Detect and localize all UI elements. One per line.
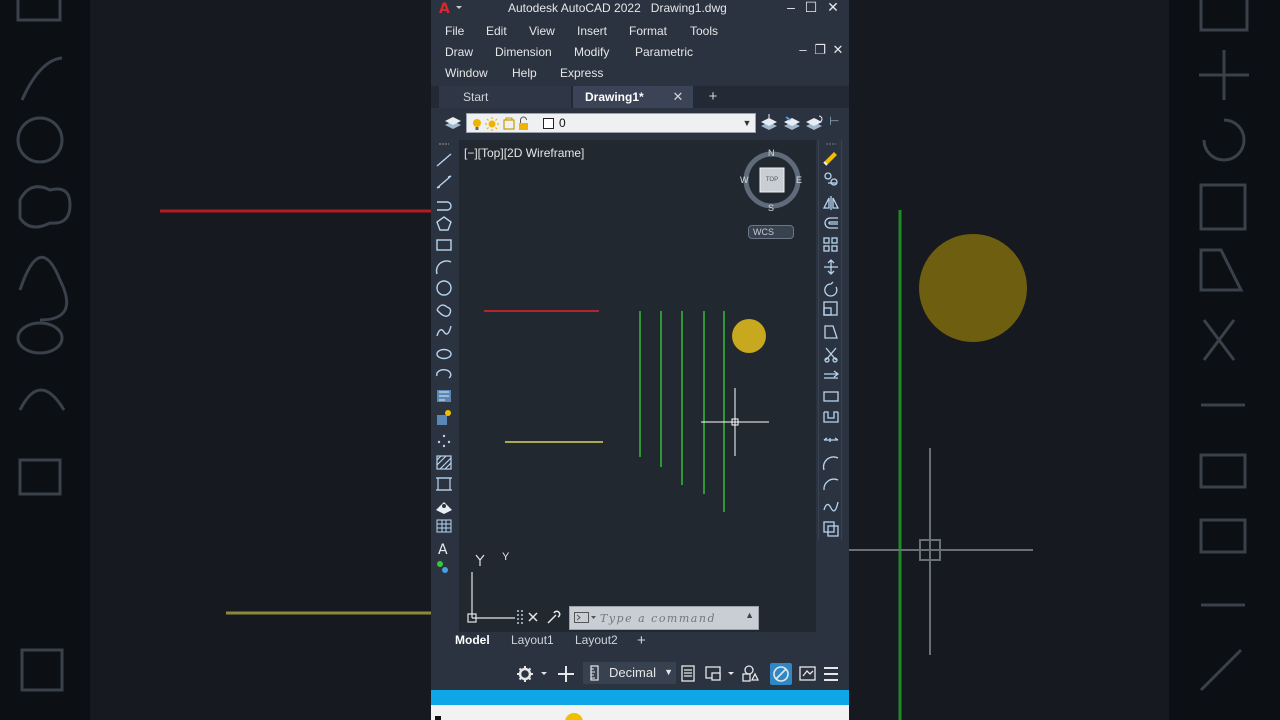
command-prompt-icon[interactable] xyxy=(574,612,596,624)
ucs-icon xyxy=(467,554,515,623)
units-dropdown[interactable]: Decimal ▼ xyxy=(583,662,676,684)
layer-state-icons xyxy=(473,116,528,131)
taskbar-app-icon[interactable] xyxy=(565,713,583,720)
gear-icon xyxy=(517,666,533,682)
doc-minimize-button[interactable]: – xyxy=(795,42,811,58)
status-right-controls xyxy=(681,663,838,685)
match-layer-icon[interactable] xyxy=(782,113,802,133)
chevron-down-icon: ▼ xyxy=(664,667,673,677)
menu-tools[interactable]: Tools xyxy=(690,23,718,39)
viewcube-west[interactable]: W xyxy=(740,175,749,185)
wcs-menu[interactable]: WCS xyxy=(748,225,794,239)
file-name: Drawing1.dwg xyxy=(650,1,727,15)
customization-menu-icon xyxy=(824,667,838,681)
menu-view[interactable]: View xyxy=(529,23,555,39)
minimize-button[interactable]: – xyxy=(782,0,800,16)
os-taskbar xyxy=(431,705,849,720)
model-space[interactable] xyxy=(459,140,816,632)
layer-dropdown[interactable]: 0 ▼ xyxy=(466,113,756,133)
status-left-controls xyxy=(517,666,574,682)
layer-name: 0 xyxy=(559,116,566,130)
filled-circle[interactable] xyxy=(732,319,766,353)
draw-toolbar-icons: A xyxy=(435,143,452,573)
menu-help[interactable]: Help xyxy=(512,65,537,81)
menu-insert[interactable]: Insert xyxy=(577,23,607,39)
title-bar: A Autodesk AutoCAD 2022 Drawing1.dwg – ☐… xyxy=(431,0,849,20)
status-bar: Decimal ▼ xyxy=(431,658,849,688)
svg-text:A: A xyxy=(439,1,450,16)
background-right-zoom xyxy=(849,0,1280,720)
new-tab-button[interactable]: + xyxy=(705,86,721,108)
doc-close-button[interactable]: ✕ xyxy=(830,42,846,58)
command-line-handles xyxy=(517,610,561,624)
layer-color-swatch xyxy=(543,118,554,129)
svg-text:A: A xyxy=(438,542,448,558)
doc-restore-button[interactable]: ❐ xyxy=(812,42,828,58)
background-left-zoom xyxy=(0,0,431,720)
tab-model[interactable]: Model xyxy=(455,632,490,650)
menu-parametric[interactable]: Parametric xyxy=(635,44,693,60)
tab-start[interactable]: Start xyxy=(439,86,571,108)
line-icon xyxy=(436,153,452,167)
drawing-canvas[interactable]: [−][Top][2D Wireframe] N S E W TOP WCS Y xyxy=(459,140,816,632)
layer-properties-icon[interactable] xyxy=(443,113,463,133)
menu-express[interactable]: Express xyxy=(560,65,603,81)
menu-modify[interactable]: Modify xyxy=(574,44,609,60)
background-left-graphics xyxy=(16,0,431,692)
ucs-y-label: Y xyxy=(502,551,510,563)
layout-tab-bar: Model Layout1 Layout2 + xyxy=(431,632,849,650)
modify-toolbar-icons xyxy=(822,143,840,537)
tab-close-icon[interactable]: ✕ xyxy=(671,86,685,108)
app-name: Autodesk AutoCAD 2022 xyxy=(508,1,641,15)
chevron-down-icon[interactable]: ▼ xyxy=(741,114,753,132)
menu-bar: File Edit View Insert Format Tools Draw … xyxy=(431,20,849,83)
draw-toolbar: A xyxy=(431,140,458,590)
tab-layout1[interactable]: Layout1 xyxy=(511,632,554,650)
menu-format[interactable]: Format xyxy=(629,23,667,39)
grip-icon xyxy=(517,610,523,624)
viewcube-east[interactable]: E xyxy=(796,175,802,185)
close-button[interactable]: ✕ xyxy=(824,0,842,16)
viewcube-south[interactable]: S xyxy=(768,203,774,213)
background-right-graphics xyxy=(849,0,1249,720)
layer-toolbar: 0 ▼ ⊢ xyxy=(431,110,849,136)
crosshair-cursor xyxy=(701,388,769,456)
file-tab-bar: Start Drawing1* ✕ + xyxy=(431,86,849,108)
progress-bar-strip xyxy=(431,690,849,705)
layer-previous-icon[interactable] xyxy=(804,113,824,133)
viewcube-top-face[interactable]: TOP xyxy=(764,177,780,183)
viewcube-north[interactable]: N xyxy=(768,148,775,158)
menu-file[interactable]: File xyxy=(445,23,464,39)
autocad-logo-icon[interactable]: A xyxy=(437,0,465,16)
ruler-icon xyxy=(590,665,599,681)
viewport-controls-label[interactable]: [−][Top][2D Wireframe] xyxy=(464,146,584,160)
tab-layout2[interactable]: Layout2 xyxy=(575,632,618,650)
command-line: ▲ xyxy=(515,606,759,630)
make-current-layer-icon[interactable] xyxy=(759,113,779,133)
start-icon[interactable] xyxy=(435,716,441,720)
toolbar-overflow-icon[interactable]: ⊢ xyxy=(829,114,841,132)
maximize-button[interactable]: ☐ xyxy=(802,0,820,16)
menu-draw[interactable]: Draw xyxy=(445,44,473,60)
units-value: Decimal xyxy=(609,665,656,680)
menu-dimension[interactable]: Dimension xyxy=(495,44,552,60)
command-input[interactable] xyxy=(600,609,740,627)
add-layout-button[interactable]: + xyxy=(637,632,646,650)
menu-window[interactable]: Window xyxy=(445,65,488,81)
autocad-window: A Autodesk AutoCAD 2022 Drawing1.dwg – ☐… xyxy=(431,0,849,720)
menu-edit[interactable]: Edit xyxy=(486,23,507,39)
modify-toolbar xyxy=(818,140,842,540)
chevron-up-icon[interactable]: ▲ xyxy=(745,610,754,620)
window-title: Autodesk AutoCAD 2022 Drawing1.dwg xyxy=(508,0,727,16)
command-input-box[interactable]: ▲ xyxy=(569,606,759,630)
